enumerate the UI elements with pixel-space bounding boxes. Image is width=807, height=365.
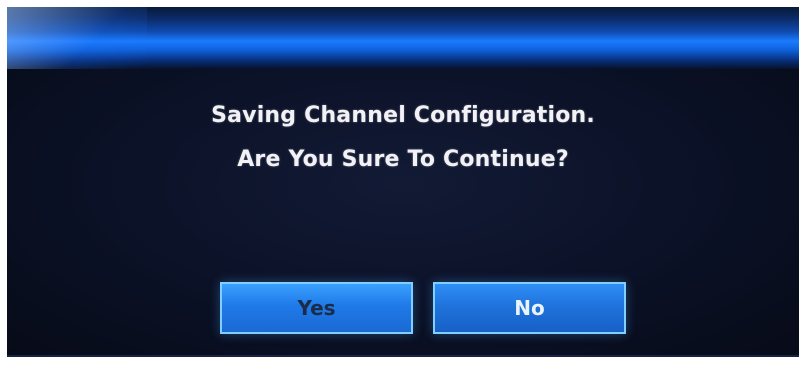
dialog-message-line-1: Saving Channel Configuration. [211, 103, 595, 128]
no-button[interactable]: No [433, 282, 626, 334]
dialog-bottom-divider [7, 355, 799, 357]
title-bar-highlight [7, 7, 147, 69]
dialog-message-line-2: Are You Sure To Continue? [237, 147, 569, 172]
confirm-dialog: Saving Channel Configuration. Are You Su… [7, 7, 799, 357]
dialog-title-bar [7, 7, 799, 69]
yes-button[interactable]: Yes [220, 282, 413, 334]
